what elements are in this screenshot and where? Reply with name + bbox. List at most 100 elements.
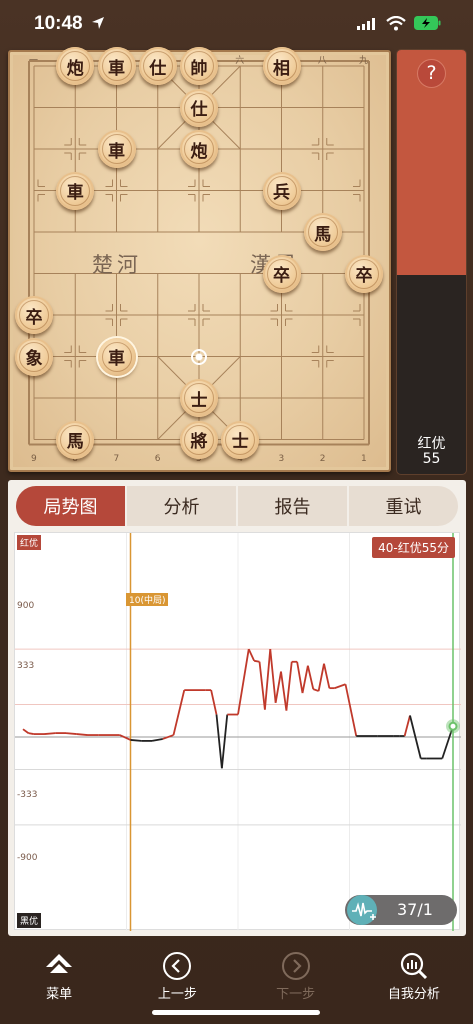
nav-prev-label: 上一步 xyxy=(157,987,197,1002)
column-label-bottom: 9 xyxy=(31,454,37,464)
chess-piece[interactable]: 象 xyxy=(15,337,53,376)
chess-piece[interactable]: 士 xyxy=(180,379,218,417)
piece-glyph: 車 xyxy=(101,341,132,372)
chess-piece[interactable]: 車 xyxy=(97,130,136,168)
chess-piece[interactable]: 馬 xyxy=(56,420,95,459)
piece-glyph: 兵 xyxy=(266,175,297,206)
trend-line-segment xyxy=(22,728,29,734)
chess-piece[interactable]: 卒 xyxy=(345,254,383,293)
nav-self-analysis-label: 自我分析 xyxy=(387,987,440,1002)
tab-report[interactable]: 报告 xyxy=(236,486,347,526)
piece-glyph: 帥 xyxy=(184,51,214,81)
piece-glyph: 仕 xyxy=(142,51,173,81)
piece-glyph: 將 xyxy=(184,424,214,455)
trend-line-segment xyxy=(151,738,163,742)
river-label-chu: 楚河 xyxy=(92,253,142,277)
y-tick-label: 900 xyxy=(17,601,35,611)
piece-glyph: 馬 xyxy=(307,217,338,247)
y-tick-label: -900 xyxy=(17,853,38,863)
piece-glyph: 仕 xyxy=(184,92,214,123)
trend-line-segment xyxy=(210,689,218,715)
help-button[interactable]: ? xyxy=(417,59,446,88)
chess-piece[interactable]: 仕 xyxy=(180,88,218,127)
waveform-icon xyxy=(352,902,376,920)
trend-line-segment xyxy=(44,732,56,735)
trend-line-segment xyxy=(263,648,272,710)
trend-line-segment xyxy=(285,661,293,711)
move-target-marker[interactable] xyxy=(191,348,207,365)
tab-analysis[interactable]: 分析 xyxy=(125,486,236,526)
trend-chart-plot xyxy=(15,533,461,931)
chess-piece[interactable]: 將 xyxy=(180,420,218,459)
trend-line-segment xyxy=(28,732,34,735)
chess-piece[interactable]: 帥 xyxy=(180,47,218,85)
column-label-top: 九 xyxy=(359,56,369,66)
xiangqi-board[interactable]: 楚河 漢界 一二三四五六七八九987654321 炮車仕帥相仕車炮車兵馬卒卒卒象… xyxy=(8,47,391,472)
piece-glyph: 炮 xyxy=(60,51,91,81)
battery-icon xyxy=(414,16,441,30)
trend-line-segment xyxy=(65,732,77,735)
trend-line-segment xyxy=(344,684,358,737)
chess-piece[interactable]: 炮 xyxy=(180,130,218,168)
home-indicator xyxy=(152,1010,320,1015)
chess-piece[interactable]: 車 xyxy=(97,47,136,85)
column-label-top: 一 xyxy=(29,56,39,66)
middlegame-marker-label: 10(中局) xyxy=(126,593,169,606)
trend-line-segment xyxy=(306,665,315,690)
wifi-icon xyxy=(386,16,406,31)
status-time: 10:48 xyxy=(34,13,83,34)
trend-line-segment xyxy=(215,714,223,769)
piece-glyph: 車 xyxy=(60,175,91,206)
piece-glyph: 卒 xyxy=(349,258,379,289)
trend-line-segment xyxy=(253,659,260,663)
trend-line-segment xyxy=(323,663,331,689)
trend-line-segment xyxy=(269,648,277,703)
column-label-top: 八 xyxy=(317,56,327,66)
column-label-bottom: 3 xyxy=(278,454,285,464)
chess-piece[interactable]: 車 xyxy=(97,337,136,376)
y-tick-label: 333 xyxy=(17,661,35,671)
piece-glyph: 車 xyxy=(101,51,132,81)
nav-self-analysis[interactable]: 自我分析 xyxy=(355,940,473,1024)
current-score-badge: 40-红优55分 xyxy=(372,537,455,558)
piece-glyph: 相 xyxy=(266,51,297,81)
trend-chart[interactable]: 红优 黑优 900 333 -333 -900 10(中局) 40-红优55分 … xyxy=(14,532,461,931)
column-label-bottom: 1 xyxy=(361,454,367,464)
cellular-signal-icon xyxy=(357,18,375,30)
trend-line-segment xyxy=(301,665,309,694)
current-point xyxy=(448,721,458,731)
piece-glyph: 車 xyxy=(101,134,132,164)
chess-piece[interactable]: 卒 xyxy=(262,254,301,293)
chess-piece[interactable]: 兵 xyxy=(262,171,301,210)
trend-line-segment xyxy=(76,733,88,736)
chess-piece[interactable]: 炮 xyxy=(56,47,95,85)
waveform-add-button[interactable] xyxy=(347,895,377,925)
column-label-bottom: 6 xyxy=(154,454,161,464)
trend-line-segment xyxy=(258,661,266,710)
nav-next-label: 下一步 xyxy=(276,987,316,1002)
piece-glyph: 炮 xyxy=(184,134,214,164)
trend-line-segment xyxy=(296,661,304,694)
piece-glyph: 卒 xyxy=(266,258,297,289)
red-advantage-tag: 红优 xyxy=(17,535,42,550)
piece-glyph: 馬 xyxy=(60,424,91,455)
status-bar: 10:48 xyxy=(0,0,473,46)
nav-menu[interactable]: 菜单 xyxy=(0,940,118,1024)
piece-glyph: 士 xyxy=(184,383,214,413)
evaluation-bar: ? 红优 55 xyxy=(397,50,466,474)
chess-piece[interactable]: 卒 xyxy=(15,296,53,334)
analysis-icon xyxy=(400,952,427,980)
prev-icon xyxy=(163,952,192,980)
next-icon xyxy=(281,952,310,980)
column-label-bottom: 2 xyxy=(319,454,326,464)
tab-retry[interactable]: 重试 xyxy=(347,486,458,526)
chess-piece[interactable]: 相 xyxy=(262,47,301,85)
trend-line-segment xyxy=(130,739,142,742)
tab-trend[interactable]: 局势图 xyxy=(16,486,125,526)
chess-piece[interactable]: 仕 xyxy=(138,47,177,85)
chess-piece[interactable]: 馬 xyxy=(303,213,342,251)
move-counter[interactable]: 37/1 xyxy=(345,895,457,925)
chess-piece[interactable]: 車 xyxy=(56,171,95,210)
chess-piece[interactable]: 士 xyxy=(221,420,260,459)
column-label-top: 六 xyxy=(235,56,245,66)
